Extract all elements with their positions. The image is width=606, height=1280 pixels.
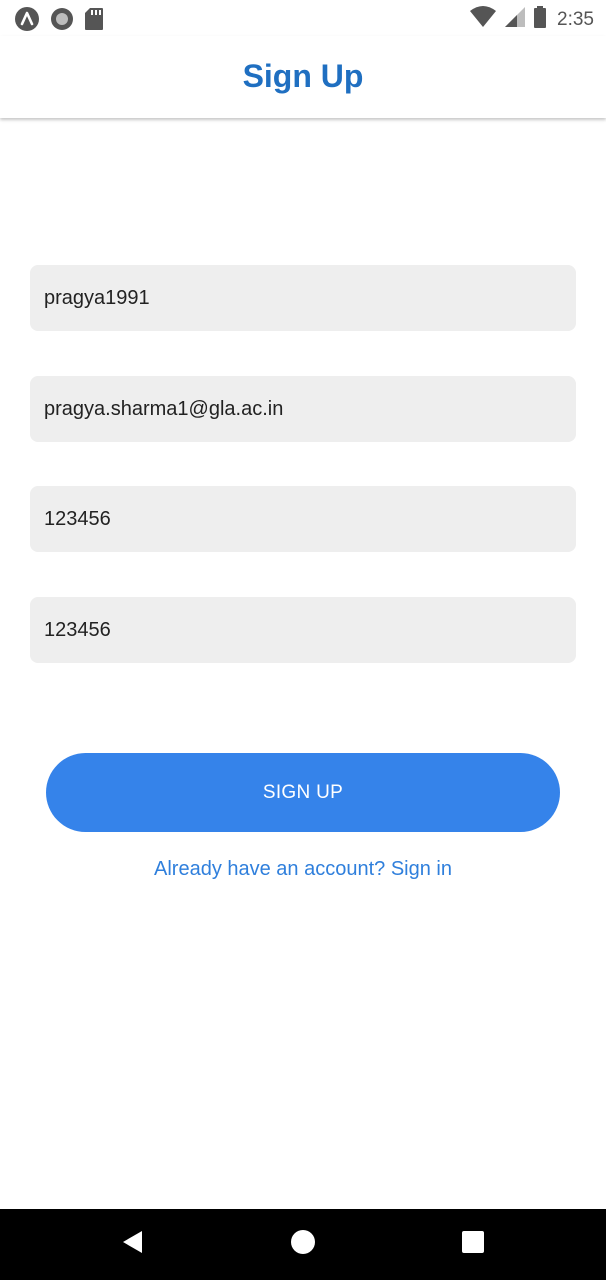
record-icon (50, 7, 74, 36)
username-value: pragya1991 (44, 286, 150, 309)
signup-button-label: SIGN UP (262, 781, 344, 803)
back-button[interactable] (102, 1209, 162, 1280)
navigation-bar (0, 1209, 606, 1280)
home-icon (290, 1229, 316, 1260)
home-button[interactable] (273, 1209, 333, 1280)
sd-card-icon (84, 7, 104, 36)
page-title: Sign Up (242, 57, 364, 94)
email-field[interactable]: pragya.sharma1@gla.ac.in (30, 376, 576, 442)
signup-button[interactable]: SIGN UP (46, 753, 560, 832)
status-bar: 2:35 (0, 0, 606, 36)
password-field[interactable]: 123456 (30, 486, 576, 552)
email-value: pragya.sharma1@gla.ac.in (44, 397, 284, 420)
cell-signal-icon (503, 5, 527, 34)
confirm-password-field[interactable]: 123456 (30, 597, 576, 663)
signin-link[interactable]: Already have an account? Sign in (0, 858, 606, 881)
status-right-icons: 2:35 (469, 5, 594, 34)
status-time: 2:35 (557, 8, 594, 30)
password-value: 123456 (44, 507, 111, 530)
recents-button[interactable] (443, 1209, 503, 1280)
app-header: Sign Up (0, 36, 606, 118)
username-field[interactable]: pragya1991 (30, 265, 576, 331)
status-left-icons (14, 6, 104, 37)
recents-icon (461, 1230, 485, 1259)
confirm-password-value: 123456 (44, 618, 111, 641)
wifi-icon (469, 5, 497, 34)
back-icon (120, 1229, 144, 1260)
signup-screen: 2:35 Sign Up pragya1991 pragya.sharma1@g… (0, 0, 606, 1280)
battery-icon (533, 5, 547, 34)
app-a-icon (14, 6, 40, 37)
